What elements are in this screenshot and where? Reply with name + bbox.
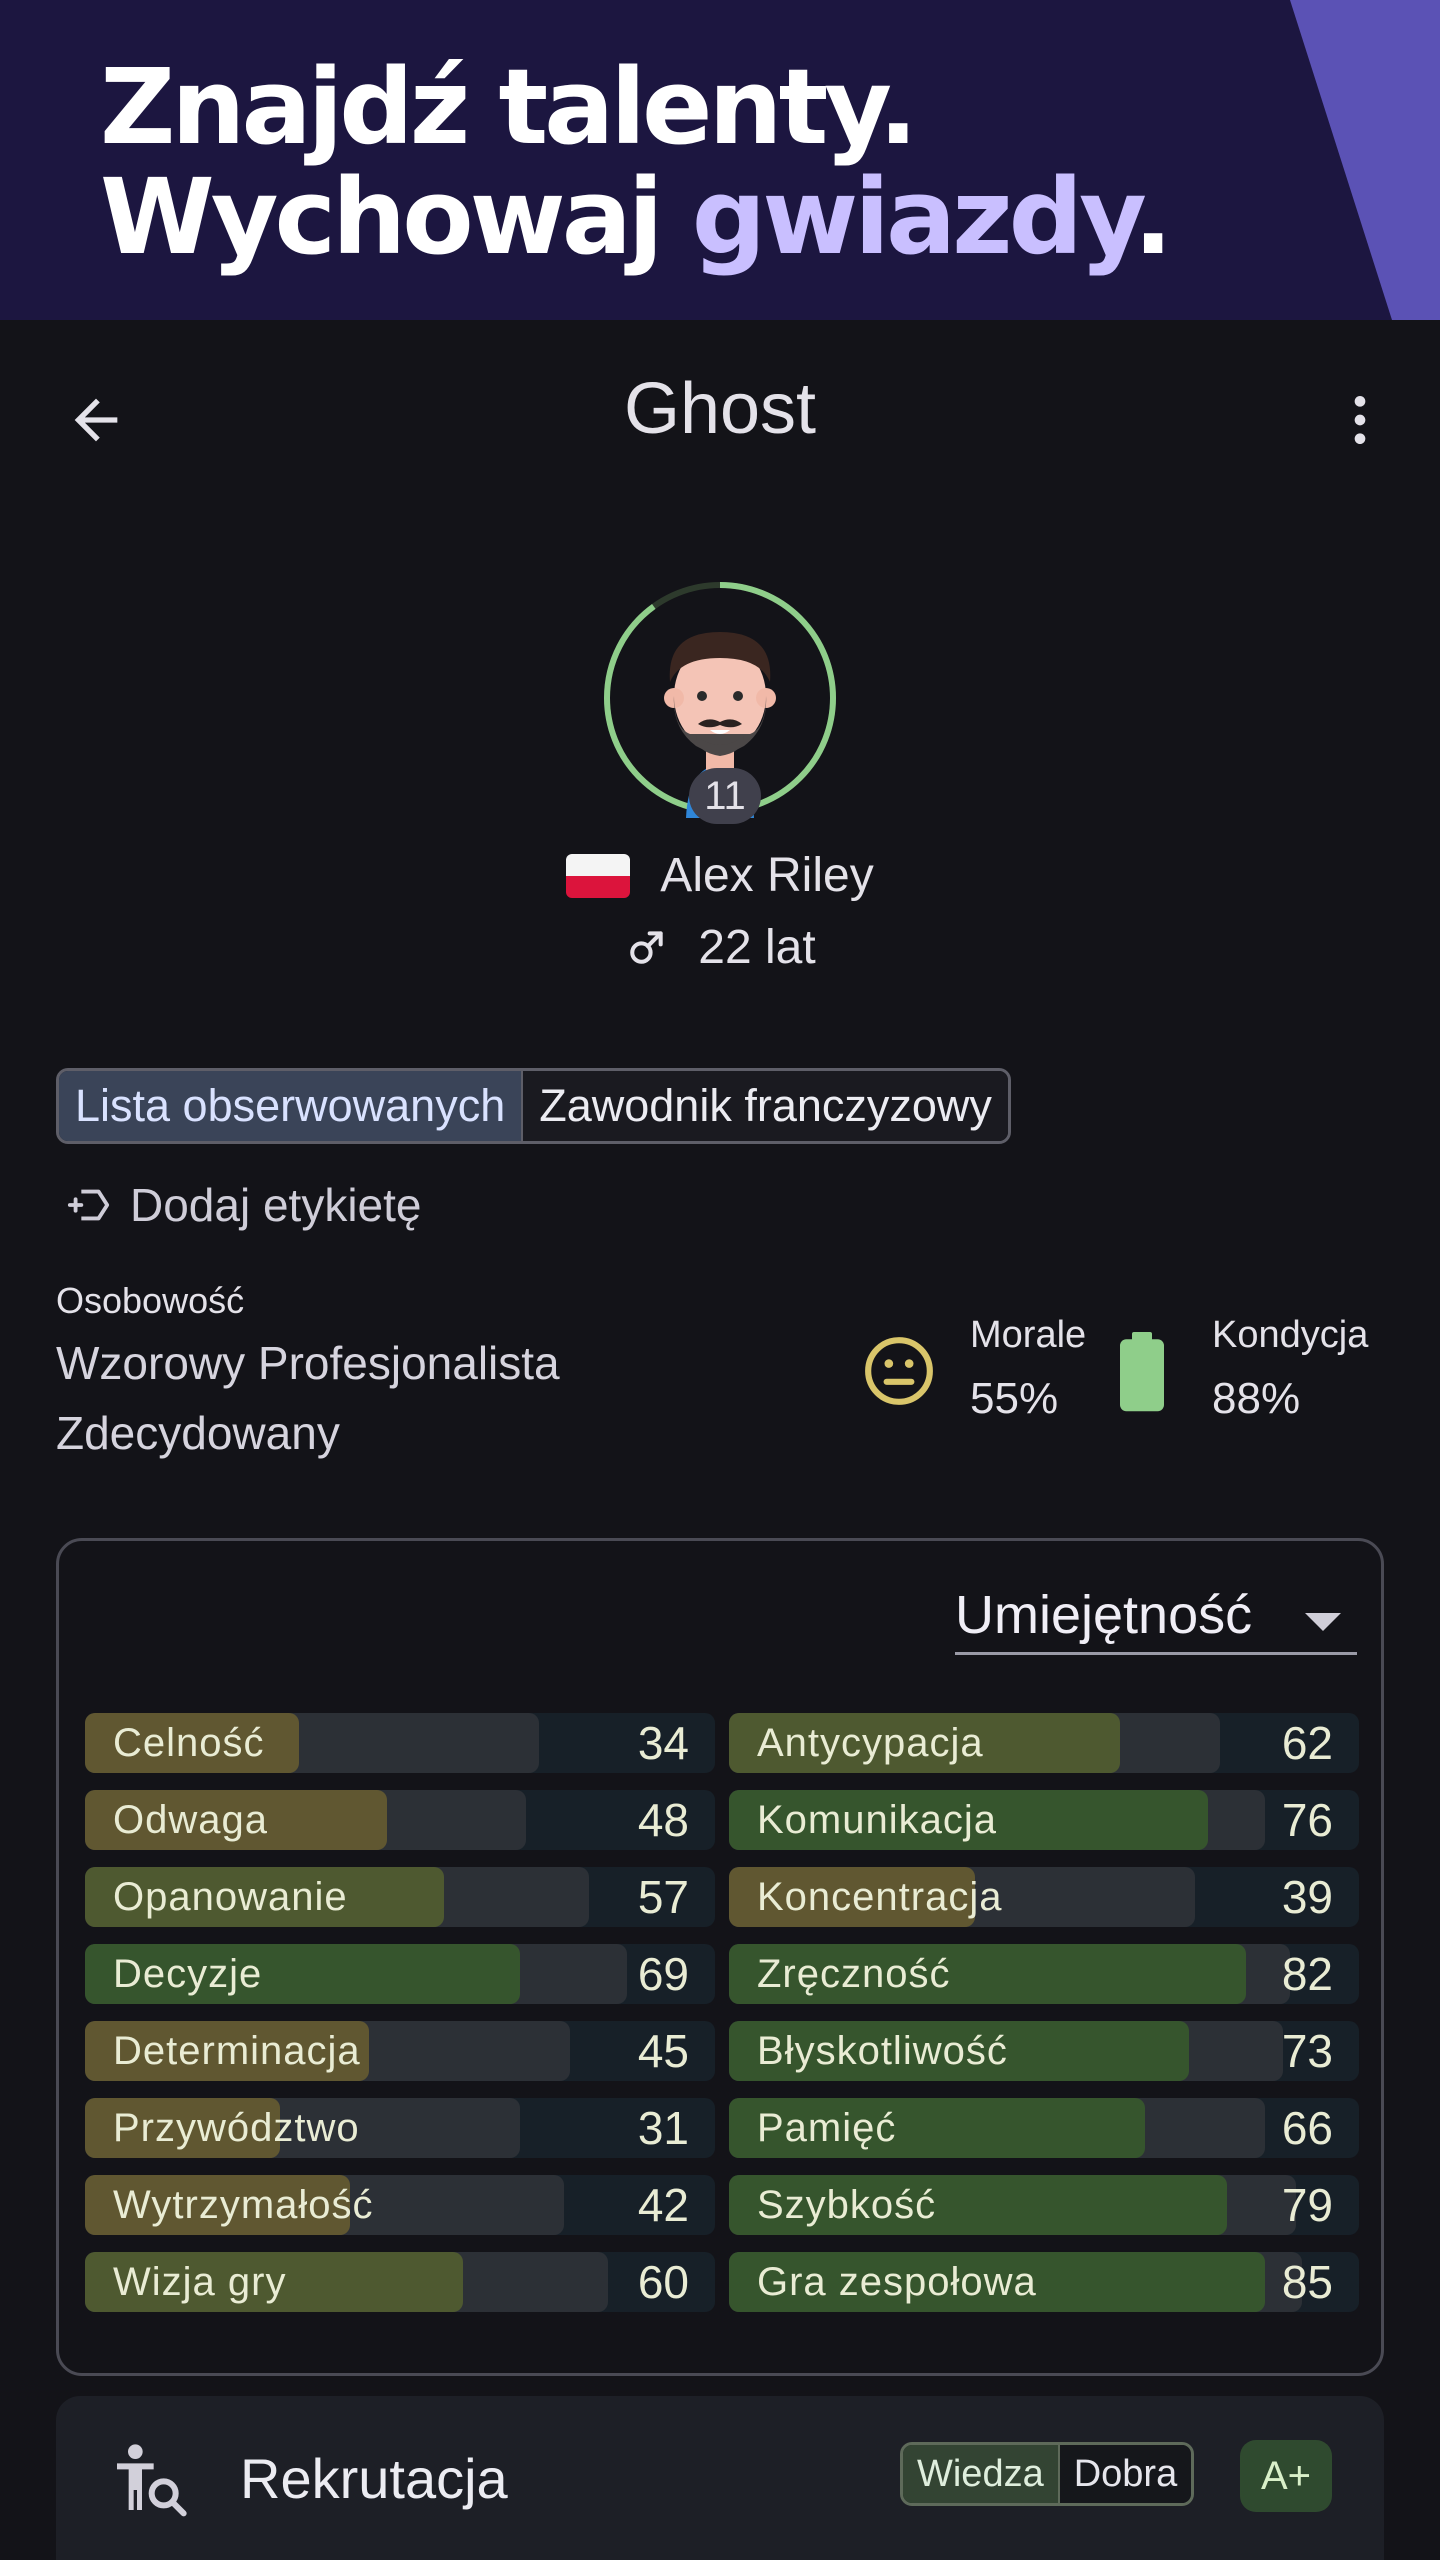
skill-row-left-8[interactable]: Wizja gry 60: [85, 2252, 715, 2312]
skill-row-right-2[interactable]: Komunikacja 76: [729, 1790, 1359, 1850]
skill-row-left-6[interactable]: Przywództwo 31: [85, 2098, 715, 2158]
promo-banner[interactable]: Znajdź talenty. Wychowaj gwiazdy.: [0, 0, 1440, 320]
recruitment-title: Rekrutacja: [240, 2447, 508, 2510]
tag-franchise-player[interactable]: Zawodnik franczyzowy: [521, 1071, 1008, 1141]
player-tags: Lista obserwowanych Zawodnik franczyzowy: [56, 1068, 1011, 1144]
more-vert-icon: [1354, 396, 1366, 444]
skill-name: Koncentracja: [757, 1875, 1003, 1919]
skill-name: Odwaga: [113, 1798, 268, 1842]
skill-row-left-5[interactable]: Determinacja 45: [85, 2021, 715, 2081]
banner-headline-2-end: .: [1133, 156, 1172, 278]
morale-label: Morale: [970, 1314, 1087, 1356]
skills-card: Umiejętność Celność 34 Odwaga 48 Opanowanie 5…: [56, 1538, 1384, 2376]
condition-value: 88%: [1212, 1374, 1301, 1423]
player-age-row: 22 lat: [0, 920, 1440, 975]
recruitment-section[interactable]: Rekrutacja Wiedza Dobra A+: [56, 2396, 1384, 2560]
skill-row-left-7[interactable]: Wytrzymałość 42: [85, 2175, 715, 2235]
add-label-icon: [67, 1189, 110, 1221]
skill-value: 76: [1281, 1794, 1333, 1846]
skill-row-right-3[interactable]: Koncentracja 39: [729, 1867, 1359, 1927]
skill-name: Decyzje: [113, 1952, 263, 1996]
page-title: Ghost: [623, 369, 817, 449]
player-avatar[interactable]: 11: [600, 578, 840, 824]
skill-value: 69: [637, 1948, 689, 2000]
skill-name: Celność: [113, 1721, 265, 1765]
skill-name: Komunikacja: [757, 1798, 998, 1842]
recruitment-grade: A+: [1240, 2440, 1332, 2512]
skill-value: 60: [637, 2256, 689, 2308]
skill-row-right-4[interactable]: Zręczność 82: [729, 1944, 1359, 2004]
skill-name: Antycypacja: [757, 1721, 984, 1765]
skill-value: 85: [1281, 2256, 1333, 2308]
skill-category-dropdown[interactable]: Umiejętność: [955, 1577, 1357, 1655]
skill-row-right-1[interactable]: Antycypacja 62: [729, 1713, 1359, 1773]
person-search-icon: [117, 2444, 187, 2517]
player-level-badge: 11: [689, 768, 761, 824]
skill-row-right-8[interactable]: Gra zespołowa 85: [729, 2252, 1359, 2312]
neutral-face-icon: [865, 1337, 933, 1405]
add-label-text: Dodaj etykietę: [130, 1179, 422, 1231]
personality-trait-1: Wzorowy Profesjonalista: [56, 1337, 560, 1389]
top-app-bar: Ghost: [0, 320, 1440, 520]
skill-row-right-6[interactable]: Pamięć 66: [729, 2098, 1359, 2158]
male-icon: [630, 930, 663, 964]
skill-name: Gra zespołowa: [757, 2260, 1037, 2304]
skill-value: 42: [637, 2179, 689, 2231]
skill-value: 57: [637, 1871, 689, 1923]
skill-name: Szybkość: [757, 2183, 937, 2227]
skill-row-right-5[interactable]: Błyskotliwość 73: [729, 2021, 1359, 2081]
skill-name: Opanowanie: [113, 1875, 348, 1919]
knowledge-value: Dobra: [1057, 2445, 1192, 2503]
banner-headline-2: Wychowaj gwiazdy.: [100, 162, 1173, 272]
personality-trait-2: Zdecydowany: [56, 1407, 340, 1459]
skill-value: 73: [1281, 2025, 1333, 2077]
skill-value: 31: [637, 2102, 689, 2154]
scout-knowledge-chip: Wiedza Dobra: [900, 2442, 1195, 2506]
poland-flag-icon: [566, 853, 631, 898]
banner-headline-2-start: Wychowaj: [100, 156, 692, 278]
skill-row-left-2[interactable]: Odwaga 48: [85, 1790, 715, 1850]
player-name-row: Alex Riley: [0, 848, 1440, 903]
skill-row-left-3[interactable]: Opanowanie 57: [85, 1867, 715, 1927]
skill-value: 62: [1281, 1717, 1333, 1769]
skill-name: Przywództwo: [113, 2106, 360, 2150]
dropdown-arrow-icon: [1305, 1613, 1341, 1631]
skill-value: 82: [1281, 1948, 1333, 2000]
player-age: 22 lat: [698, 921, 816, 974]
banner-stripe: [1290, 0, 1440, 320]
skill-value: 45: [637, 2025, 689, 2077]
banner-headline-2-accent: gwiazdy: [691, 156, 1138, 278]
tag-watchlist[interactable]: Lista obserwowanych: [59, 1071, 522, 1141]
banner-headline-1: Znajdź talenty.: [100, 46, 918, 168]
skill-row-right-7[interactable]: Szybkość 79: [729, 2175, 1359, 2235]
battery-icon: [1120, 1332, 1164, 1412]
player-name: Alex Riley: [660, 849, 874, 902]
condition-label: Kondycja: [1212, 1314, 1369, 1356]
skill-value: 79: [1281, 2179, 1333, 2231]
morale-value: 55%: [970, 1374, 1059, 1423]
skill-name: Wytrzymałość: [113, 2183, 374, 2227]
skill-category-selected: Umiejętność: [955, 1584, 1253, 1645]
skill-name: Pamięć: [757, 2106, 897, 2150]
skill-name: Determinacja: [113, 2029, 361, 2073]
skill-row-left-4[interactable]: Decyzje 69: [85, 1944, 715, 2004]
skill-name: Błyskotliwość: [757, 2029, 1008, 2073]
skill-name: Wizja gry: [113, 2260, 287, 2304]
skill-value: 66: [1281, 2102, 1333, 2154]
add-label-button[interactable]: Dodaj etykietę: [66, 1170, 422, 1240]
skill-name: Zręczność: [757, 1952, 951, 1996]
more-options-button[interactable]: [1320, 380, 1400, 460]
knowledge-label: Wiedza: [903, 2445, 1058, 2503]
skill-value: 39: [1281, 1871, 1333, 1923]
skill-value: 48: [637, 1794, 689, 1846]
skill-value: 34: [637, 1717, 689, 1769]
personality-caption: Osobowość: [56, 1280, 245, 1321]
skill-row-left-1[interactable]: Celność 34: [85, 1713, 715, 1773]
